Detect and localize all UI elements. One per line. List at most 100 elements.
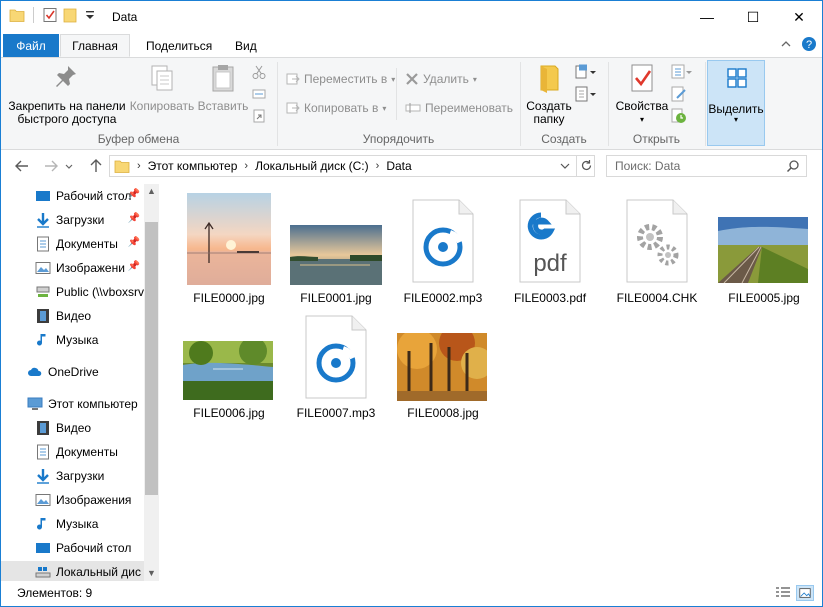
large-icons-view-icon[interactable]	[796, 585, 814, 601]
new-item-icon[interactable]	[575, 64, 597, 80]
search-input[interactable]: Поиск: Data	[606, 155, 807, 177]
delete-icon	[406, 73, 418, 85]
items-count: Элементов: 9	[17, 586, 93, 600]
address-dropdown-icon[interactable]	[560, 161, 570, 171]
nav-item-public-share[interactable]: Public (\\vboxsrv	[35, 281, 144, 303]
rename-icon	[405, 103, 421, 113]
tab-share[interactable]: Поделиться	[134, 34, 224, 57]
file-item[interactable]: FILE0006.jpg	[176, 315, 282, 422]
copy-icon	[151, 65, 173, 91]
nav-item-pictures[interactable]: Изображени 📌	[35, 257, 144, 279]
chevron-down-icon: ▾	[472, 74, 477, 84]
file-item[interactable]: FILE0001.jpg	[283, 192, 389, 307]
nav-item-videos[interactable]: Видео	[35, 305, 144, 327]
file-item[interactable]: FILE0004.CHK	[604, 192, 710, 307]
breadcrumb-data[interactable]: Data	[386, 159, 411, 173]
history-icon[interactable]	[671, 108, 687, 124]
folder-icon	[114, 160, 130, 173]
breadcrumb-this-pc[interactable]: Этот компьютер	[148, 159, 238, 173]
close-button[interactable]: ✕	[776, 1, 822, 33]
refresh-icon[interactable]	[580, 159, 593, 172]
paste-button[interactable]: Вставить	[197, 62, 249, 113]
cut-icon[interactable]	[251, 64, 267, 80]
edit-icon[interactable]	[671, 86, 687, 102]
move-to-icon	[286, 73, 300, 85]
properties-icon[interactable]	[42, 7, 58, 23]
forward-arrow-icon[interactable]	[42, 157, 60, 175]
pictures-icon	[35, 494, 51, 506]
minimize-button[interactable]: —	[684, 1, 730, 33]
nav-item-label: Загрузки	[56, 469, 105, 483]
download-icon	[37, 469, 49, 484]
maximize-button[interactable]: ☐	[730, 1, 776, 33]
search-icon	[786, 160, 799, 173]
file-item[interactable]: pdf FILE0003.pdf	[497, 192, 603, 307]
nav-item-pc-downloads[interactable]: Загрузки	[35, 465, 144, 487]
new-folder-button[interactable]: Создать папку	[523, 62, 575, 126]
nav-item-pc-desktop[interactable]: Рабочий стол	[35, 537, 144, 559]
new-folder-icon	[540, 65, 559, 93]
copy-to-button[interactable]: Копировать в ▾	[286, 101, 386, 115]
network-drive-icon	[36, 286, 50, 297]
select-button[interactable]: Выделить ▾	[707, 60, 765, 146]
nav-item-desktop[interactable]: Рабочий стол 📌	[35, 185, 144, 207]
back-arrow-icon[interactable]	[13, 157, 31, 175]
photo-lake-icon	[290, 225, 382, 285]
breadcrumb-local-disk[interactable]: Локальный диск (C:)	[255, 159, 369, 173]
nav-item-pc-pictures[interactable]: Изображения	[35, 489, 144, 511]
address-bar[interactable]: › Этот компьютер › Локальный диск (C:) ›…	[109, 155, 595, 177]
nav-item-label: Музыка	[56, 333, 99, 347]
pin-icon: 📌	[127, 189, 140, 200]
file-item[interactable]: FILE0008.jpg	[390, 315, 496, 422]
pictures-icon	[35, 262, 51, 274]
paste-shortcut-icon[interactable]	[251, 108, 267, 124]
up-arrow-icon[interactable]	[87, 157, 105, 175]
recent-locations-icon[interactable]	[64, 157, 74, 175]
properties-button[interactable]: Свойства ▾	[611, 62, 673, 126]
help-icon[interactable]: ?	[801, 36, 817, 52]
new-folder-icon[interactable]	[62, 7, 78, 23]
pdf-icon-text: pdf	[533, 250, 567, 277]
system-file-icon	[626, 199, 688, 283]
file-item[interactable]: FILE0002.mp3	[390, 192, 496, 307]
nav-item-downloads[interactable]: Загрузки 📌	[35, 209, 144, 231]
easy-access-icon[interactable]	[575, 86, 597, 102]
nav-item-this-pc[interactable]: Этот компьютер	[27, 393, 144, 415]
customize-qat-icon[interactable]	[82, 7, 98, 23]
nav-item-pc-music[interactable]: Музыка	[35, 513, 144, 535]
open-group: Свойства ▾ Открыть	[609, 58, 704, 149]
nav-item-onedrive[interactable]: OneDrive	[27, 361, 144, 383]
file-item[interactable]: FILE0000.jpg	[176, 192, 282, 307]
new-group: Создать папку Создать	[521, 58, 607, 149]
scroll-thumb[interactable]	[145, 222, 158, 495]
open-icon[interactable]	[671, 64, 693, 80]
delete-button[interactable]: Удалить ▾	[405, 72, 477, 86]
tab-file[interactable]: Файл	[3, 34, 59, 57]
tab-view[interactable]: Вид	[223, 34, 269, 57]
move-to-button[interactable]: Переместить в ▾	[286, 72, 395, 86]
nav-item-pc-documents[interactable]: Документы	[35, 441, 144, 463]
file-item[interactable]: FILE0005.jpg	[711, 192, 817, 307]
videos-icon	[37, 421, 49, 435]
scroll-down-icon[interactable]: ▼	[144, 566, 159, 581]
tab-home[interactable]: Главная	[60, 34, 130, 57]
rename-button[interactable]: Переименовать	[405, 101, 513, 115]
pin-to-quick-access-button[interactable]: Закрепить на панели быстрого доступа	[7, 62, 127, 126]
nav-item-label: Видео	[56, 421, 92, 435]
nav-item-label: OneDrive	[48, 365, 99, 379]
nav-item-music[interactable]: Музыка	[35, 329, 144, 351]
documents-icon	[37, 444, 49, 460]
nav-item-pc-videos[interactable]: Видео	[35, 417, 144, 439]
scroll-up-icon[interactable]: ▲	[144, 184, 159, 199]
nav-scrollbar[interactable]: ▲ ▼	[144, 184, 159, 581]
ribbon-collapse-icon[interactable]	[780, 39, 792, 49]
copy-path-icon[interactable]	[251, 86, 267, 102]
details-view-icon[interactable]	[774, 585, 792, 601]
nav-item-local-disk[interactable]: Локальный дис	[1, 561, 144, 581]
pin-icon: 📌	[127, 261, 140, 272]
audio-file-icon	[412, 199, 474, 283]
file-item[interactable]: FILE0007.mp3	[283, 315, 389, 422]
organize-group-label: Упорядочить	[362, 132, 435, 146]
nav-item-documents[interactable]: Документы 📌	[35, 233, 144, 255]
copy-button[interactable]: Копировать	[128, 62, 196, 113]
